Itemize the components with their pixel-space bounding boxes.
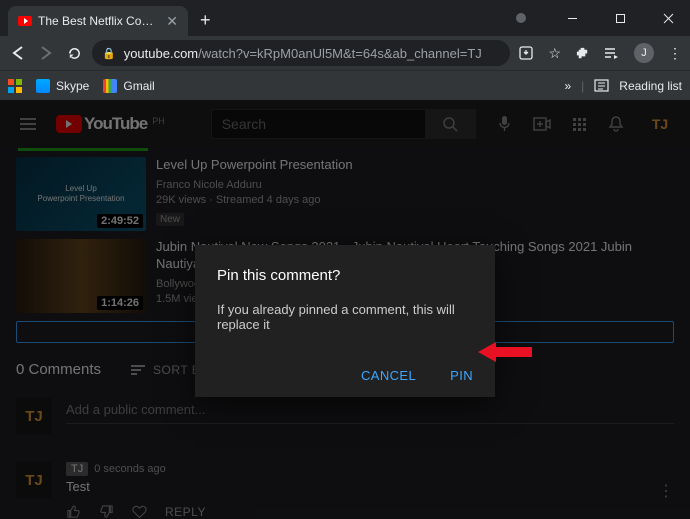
skype-icon (36, 79, 50, 93)
tab-title: The Best Netflix Comedies of Ju (38, 14, 160, 28)
new-tab-button[interactable]: + (200, 10, 211, 31)
incognito-indicator-icon (516, 13, 526, 23)
close-window-button[interactable] (646, 3, 690, 33)
gmail-icon (103, 79, 117, 93)
install-app-icon[interactable] (518, 45, 534, 61)
bookmarks-bar: Skype Gmail » | Reading list (0, 70, 690, 100)
browser-tab[interactable]: The Best Netflix Comedies of Ju ✕ (8, 6, 188, 36)
cancel-button[interactable]: CANCEL (361, 368, 416, 383)
close-tab-icon[interactable]: ✕ (166, 13, 178, 30)
bookmark-apps[interactable] (8, 79, 22, 93)
reading-list-icon (594, 79, 609, 92)
chrome-menu-icon[interactable]: ⋮ (668, 45, 682, 62)
url-text: youtube.com/watch?v=kRpM0anUl5M&t=64s&ab… (124, 46, 482, 61)
lock-icon: 🔒 (102, 47, 116, 60)
forward-button[interactable] (36, 45, 56, 61)
annotation-arrow-icon (478, 340, 532, 364)
bookmark-skype[interactable]: Skype (36, 79, 89, 93)
bookmark-star-icon[interactable]: ☆ (548, 45, 561, 62)
dialog-message: If you already pinned a comment, this wi… (217, 302, 473, 332)
reload-button[interactable] (64, 46, 84, 61)
profile-avatar[interactable]: J (634, 43, 654, 63)
media-control-icon[interactable] (604, 46, 620, 60)
pin-button[interactable]: PIN (450, 368, 473, 383)
bookmark-gmail[interactable]: Gmail (103, 79, 154, 93)
ms-apps-icon (8, 79, 22, 93)
bookmarks-overflow[interactable]: » (564, 79, 571, 93)
reading-list-button[interactable]: Reading list (619, 79, 682, 93)
back-button[interactable] (8, 45, 28, 61)
window-controls (516, 3, 690, 33)
pin-comment-dialog: Pin this comment? If you already pinned … (195, 245, 495, 397)
window-titlebar: The Best Netflix Comedies of Ju ✕ + (0, 0, 690, 36)
maximize-button[interactable] (598, 3, 642, 33)
bookmark-label: Gmail (123, 79, 154, 93)
bookmark-label: Skype (56, 79, 89, 93)
address-bar: 🔒 youtube.com/watch?v=kRpM0anUl5M&t=64s&… (0, 36, 690, 70)
dialog-title: Pin this comment? (217, 267, 473, 284)
minimize-button[interactable] (550, 3, 594, 33)
extensions-icon[interactable] (575, 46, 590, 61)
youtube-favicon (18, 16, 32, 26)
url-field[interactable]: 🔒 youtube.com/watch?v=kRpM0anUl5M&t=64s&… (92, 40, 510, 66)
